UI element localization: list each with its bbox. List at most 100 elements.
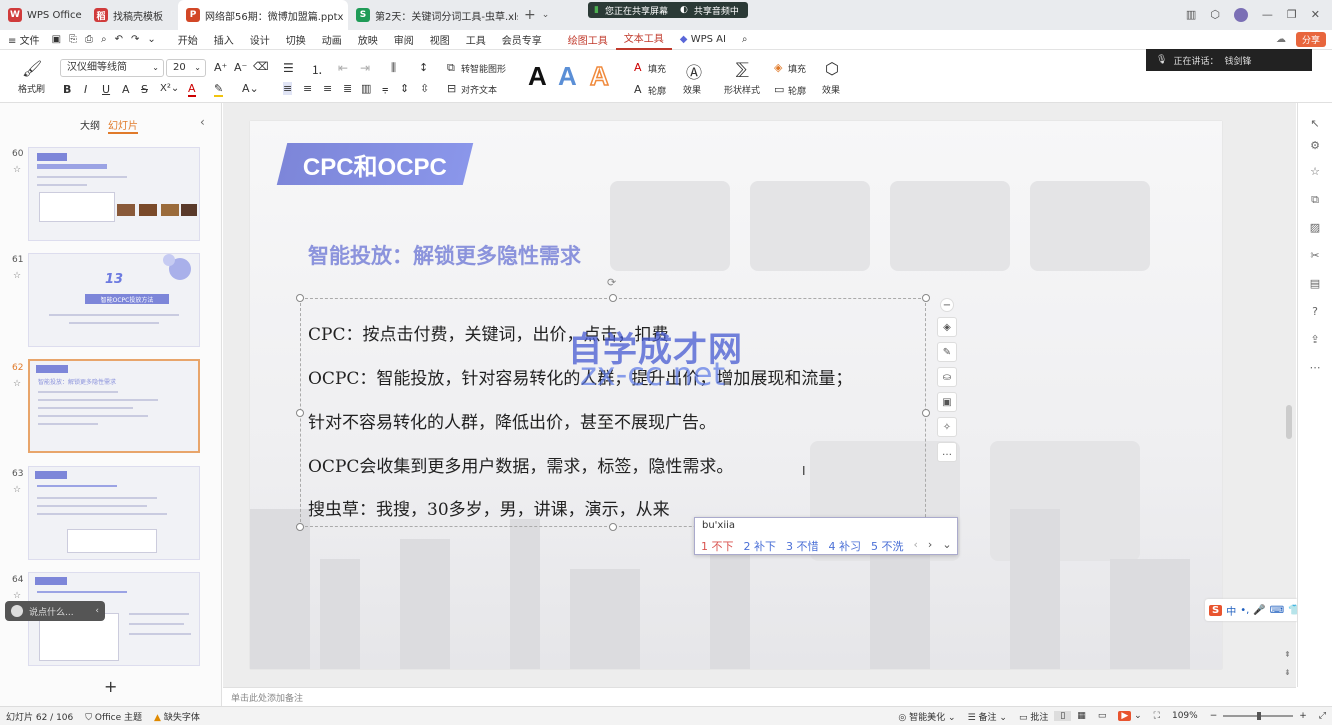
text-fill-label[interactable]: 填充 bbox=[648, 62, 666, 75]
keyboard-icon[interactable]: ⌨ bbox=[1270, 605, 1284, 616]
shape-effect-icon[interactable]: ⬡ bbox=[825, 59, 839, 78]
more-icon[interactable]: … bbox=[937, 442, 957, 462]
layers-icon[interactable]: ◈ bbox=[937, 317, 957, 337]
indent-decrease-icon[interactable]: ⇤ bbox=[338, 61, 348, 75]
menu-slideshow[interactable]: 放映 bbox=[350, 32, 386, 47]
text-outline-label[interactable]: 轮廓 bbox=[648, 84, 666, 97]
menu-design[interactable]: 设计 bbox=[242, 32, 278, 47]
distribute-icon[interactable]: ⩦ bbox=[382, 82, 388, 96]
shape-style-label[interactable]: 形状样式 bbox=[724, 83, 760, 96]
menu-file[interactable]: 文件 bbox=[20, 36, 40, 47]
text-style-black-icon[interactable]: A bbox=[528, 61, 547, 92]
pen-icon[interactable]: ✎ bbox=[937, 342, 957, 362]
tab-wps-office[interactable]: W WPS Office bbox=[0, 0, 86, 30]
frame-icon[interactable]: ▣ bbox=[937, 392, 957, 412]
hamburger-icon[interactable]: ≡ 文件 bbox=[0, 32, 48, 47]
bold-icon[interactable]: B bbox=[63, 83, 71, 96]
clear-format-icon[interactable]: ⌫ bbox=[253, 60, 269, 73]
star-icon[interactable]: ☆ bbox=[13, 485, 21, 495]
add-slide-button[interactable]: + bbox=[104, 677, 117, 696]
sorter-view-icon[interactable]: ▦ bbox=[1071, 711, 1092, 721]
star-icon[interactable]: ☆ bbox=[13, 379, 21, 389]
italic-icon[interactable]: I bbox=[84, 83, 87, 96]
text-effect-big-icon[interactable]: Ⓐ bbox=[686, 59, 702, 83]
superscript-icon[interactable]: X²⌄ bbox=[160, 83, 179, 94]
menu-home[interactable]: 开始 bbox=[170, 32, 206, 47]
slide-title-box[interactable]: CPC和OCPC bbox=[276, 143, 474, 185]
ime-candidate[interactable]: 2 补下 bbox=[744, 538, 777, 554]
font-name-select[interactable]: 汉仪细等线简 ⌄ bbox=[60, 59, 164, 77]
menu-insert[interactable]: 插入 bbox=[206, 32, 242, 47]
font-shrink-icon[interactable]: A⁻ bbox=[234, 61, 247, 74]
slide-thumbnail-63[interactable] bbox=[28, 466, 200, 560]
ime-candidate[interactable]: 4 补习 bbox=[829, 538, 862, 554]
format-painter-label[interactable]: 格式刷 bbox=[18, 82, 45, 95]
resize-handle[interactable] bbox=[609, 523, 617, 531]
star-icon[interactable]: ☆ bbox=[13, 591, 21, 601]
beautify-button[interactable]: ◎ 智能美化 ⌄ bbox=[892, 710, 961, 723]
layout-icon[interactable]: ▥ bbox=[1186, 8, 1196, 22]
next-page-icon[interactable]: ⇟ bbox=[1284, 668, 1291, 677]
slide-thumbnail-60[interactable] bbox=[28, 147, 200, 241]
para-spacing-icon[interactable]: ⇳ bbox=[420, 82, 429, 95]
align-center-icon[interactable]: ≡ bbox=[303, 82, 312, 95]
chevron-right-icon[interactable]: › bbox=[928, 538, 932, 554]
align-text-label[interactable]: 对齐文本 bbox=[461, 83, 497, 96]
format-painter-icon[interactable]: 🖌 bbox=[22, 59, 42, 78]
audio-label[interactable]: 共享音频中 bbox=[694, 4, 745, 17]
strikethrough-icon[interactable]: S bbox=[141, 83, 148, 96]
tools-icon[interactable]: ✂ bbox=[1308, 249, 1322, 263]
new-tab-icon[interactable]: + bbox=[524, 7, 536, 23]
highlight-icon[interactable]: ✎ bbox=[214, 82, 224, 97]
help-icon[interactable]: ? bbox=[1308, 305, 1322, 319]
align-text-icon[interactable]: ⊟ bbox=[447, 82, 456, 95]
undo-icon[interactable]: ↶ bbox=[111, 34, 127, 45]
search-icon[interactable]: ⌕ bbox=[734, 34, 756, 45]
book-icon[interactable]: ▤ bbox=[1308, 277, 1322, 291]
shape-outline-label[interactable]: 轮廓 bbox=[788, 84, 806, 97]
shape-fill-icon[interactable]: ◈ bbox=[774, 61, 782, 74]
avatar[interactable] bbox=[1233, 8, 1248, 22]
shape-fill-label[interactable]: 填充 bbox=[788, 62, 806, 75]
collapse-icon[interactable]: ‹ bbox=[200, 115, 205, 129]
minus-icon[interactable]: − bbox=[940, 298, 954, 312]
wps-ai-button[interactable]: ◆ WPS AI bbox=[672, 34, 734, 45]
shape-style-icon[interactable]: ⅀ bbox=[736, 59, 749, 78]
comments-button[interactable]: ▭ 批注 bbox=[1013, 710, 1054, 723]
menu-transition[interactable]: 切换 bbox=[278, 32, 314, 47]
vertical-spacing-icon[interactable]: ⇕ bbox=[400, 82, 409, 95]
ime-candidate[interactable]: 5 不洗 bbox=[871, 538, 904, 554]
shape-outline-icon[interactable]: ▭ bbox=[774, 83, 784, 96]
tab-outline[interactable]: 大纲 bbox=[80, 117, 100, 132]
microphone-icon[interactable]: 🎤 bbox=[1253, 605, 1265, 616]
zoom-slider[interactable] bbox=[1223, 712, 1294, 720]
align-left-icon[interactable]: ≡ bbox=[283, 82, 293, 95]
chevron-down-icon[interactable]: ⌄ bbox=[143, 34, 169, 45]
font-size-select[interactable]: 20 ⌄ bbox=[166, 59, 206, 77]
normal-view-icon[interactable]: ▯ bbox=[1054, 711, 1072, 721]
shape-effect-label[interactable]: 效果 bbox=[822, 83, 840, 96]
punctuation-icon[interactable]: •, bbox=[1240, 605, 1249, 616]
fit-icon[interactable]: ⛶ bbox=[1148, 711, 1166, 721]
chevron-left-icon[interactable]: ‹ bbox=[95, 606, 105, 616]
menu-tools[interactable]: 工具 bbox=[458, 32, 494, 47]
chevron-left-icon[interactable]: ‹ bbox=[914, 538, 918, 554]
share-button[interactable]: 分享 bbox=[1295, 32, 1326, 47]
export-icon[interactable]: ⎘ bbox=[65, 34, 81, 45]
more-icon[interactable]: ⋯ bbox=[1308, 361, 1322, 375]
menu-animation[interactable]: 动画 bbox=[314, 32, 350, 47]
cloud-icon[interactable]: ☁ bbox=[1276, 34, 1286, 45]
missing-font-button[interactable]: ▲ 缺失字体 bbox=[148, 710, 206, 723]
text-effect-label[interactable]: 效果 bbox=[683, 83, 701, 96]
zoom-out-icon[interactable]: − bbox=[1204, 711, 1224, 721]
menu-view[interactable]: 视图 bbox=[422, 32, 458, 47]
slide-thumbnail-62[interactable]: 智能投放：解锁更多隐性需求 bbox=[28, 359, 200, 453]
tab-template[interactable]: 稻 找稿壳模板 bbox=[86, 0, 178, 30]
ime-candidate[interactable]: 3 不惜 bbox=[786, 538, 819, 554]
rotate-handle-icon[interactable]: ⟳ bbox=[607, 276, 616, 289]
ime-candidate[interactable]: 1 不下 bbox=[701, 538, 734, 554]
tab-xls[interactable]: S 第2天：关键词分词工具-虫草.xls × bbox=[348, 0, 518, 30]
sharing-label[interactable]: 您正在共享屏幕 bbox=[605, 4, 674, 17]
star-icon[interactable]: ☆ bbox=[13, 165, 21, 175]
share-icon[interactable]: ⇪ bbox=[1308, 333, 1322, 347]
